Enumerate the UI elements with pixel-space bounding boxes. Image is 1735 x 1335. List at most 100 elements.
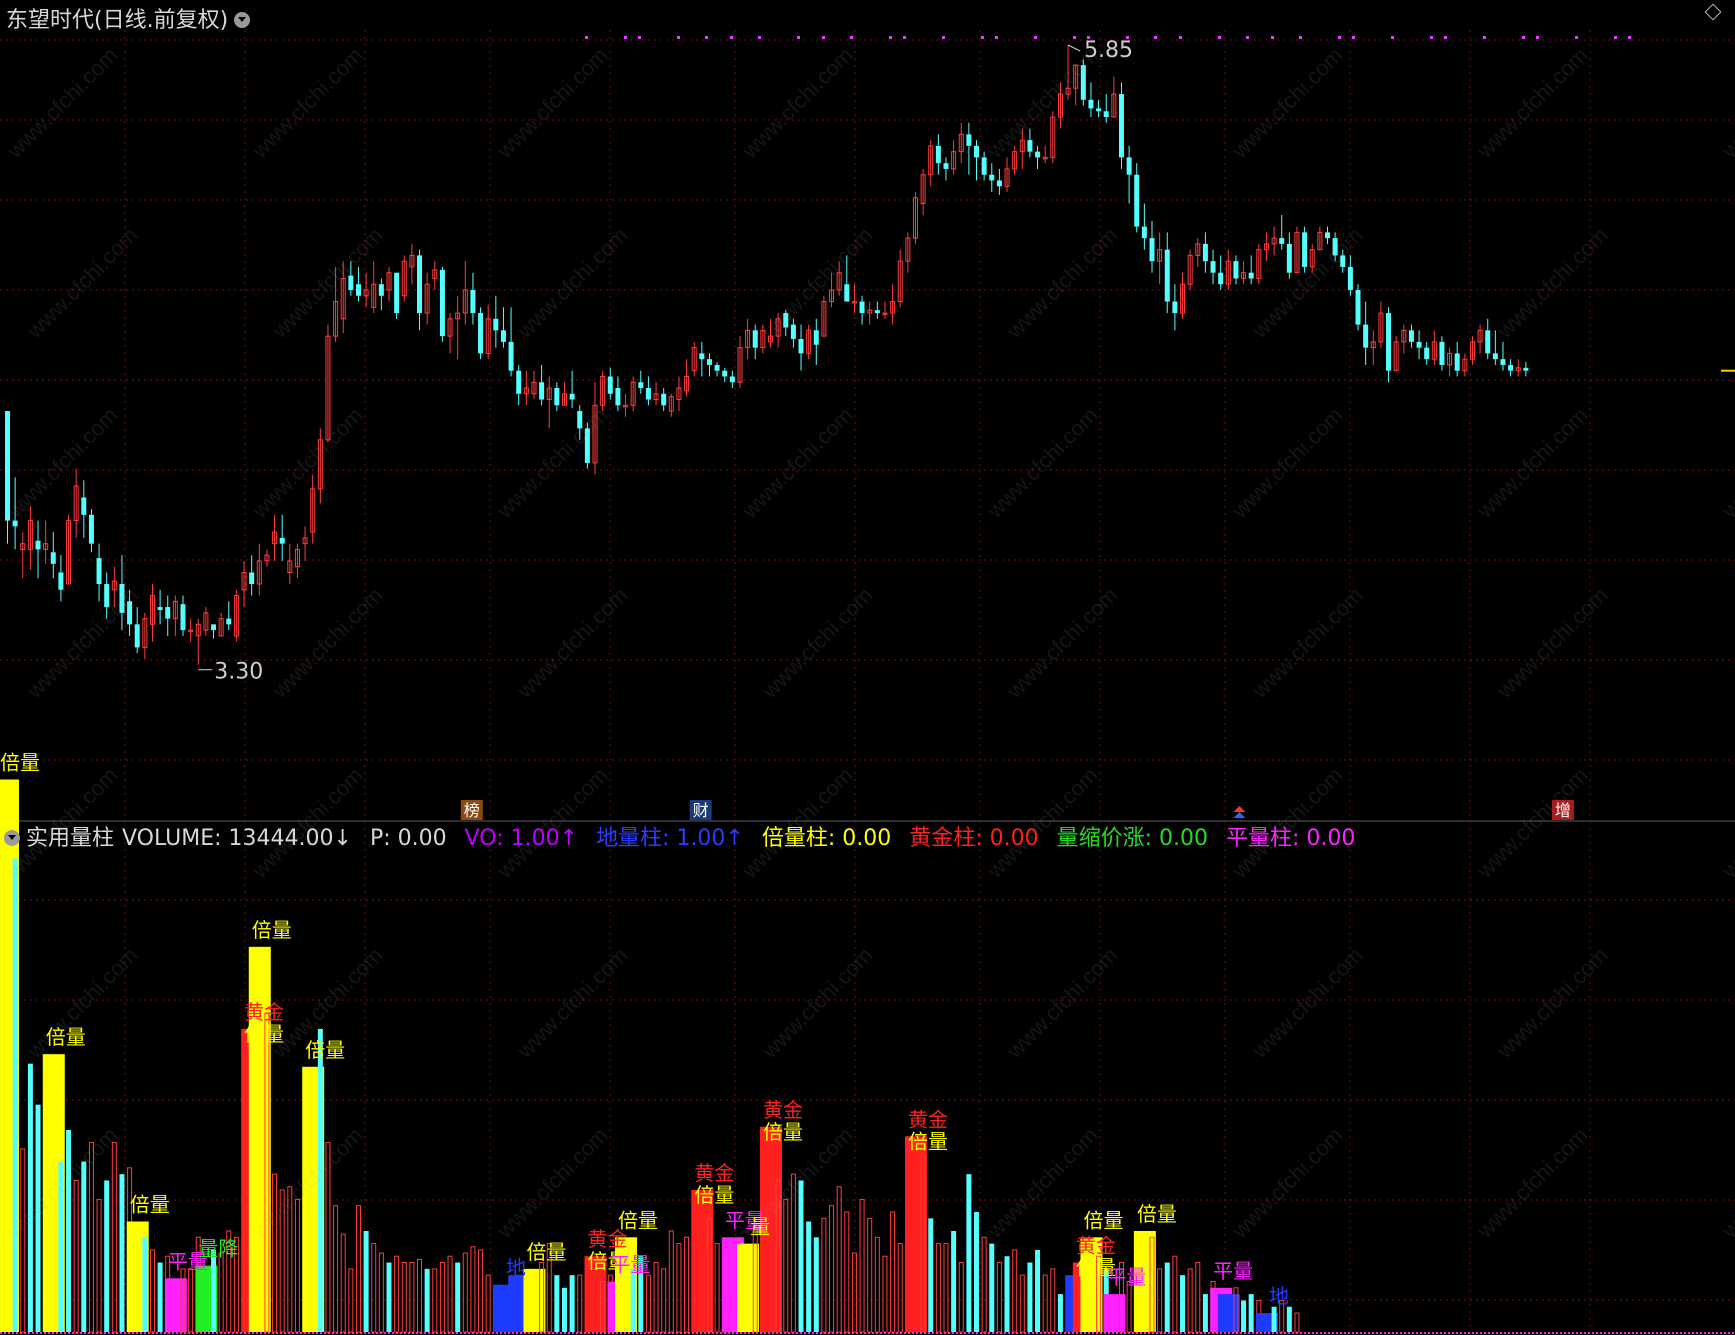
volume-bar [1019,1274,1025,1333]
signal-dot [942,36,945,39]
candle-body [279,537,285,544]
candle-body [1523,367,1529,371]
last-price-tick [1721,369,1735,372]
signal-dot [850,36,853,39]
candle-body [1500,359,1506,365]
candle-body [1279,238,1285,244]
candle-body [96,558,102,584]
indicator-collapse-icon[interactable] [4,830,20,846]
candle-body [1149,238,1155,262]
signal-dot [1352,36,1355,39]
volume-bar [867,1217,873,1333]
volume-bar [386,1262,392,1332]
candle-body [1202,243,1208,262]
candle-body [615,388,621,406]
candle-body [706,359,712,365]
volume-bar [73,1179,79,1333]
volume-tag-beiliang: 倍量 [305,1038,345,1062]
volume-bar [378,1252,384,1333]
volume-bar [829,1205,835,1333]
signal-dot [797,36,800,39]
volume-bar [676,1243,682,1333]
candle-body [1332,238,1338,256]
volume-bar [684,1236,690,1333]
signal-dot [1522,36,1525,39]
candle-body [394,272,400,314]
candlestick-series [5,45,1529,665]
candle-body [539,382,545,400]
signal-dot [1246,36,1249,39]
candle-body [714,364,720,371]
candle-body [439,269,445,337]
candle-body [1302,232,1308,267]
stock-title: 东望时代(日线.前复权) [6,8,229,33]
indicator-name[interactable]: 实用量柱 [26,826,114,851]
volume-tag-pingliang: 平量 [1106,1265,1146,1289]
up-arrow-icon [1233,812,1246,818]
candle-body [516,370,522,394]
volume-bar [691,1189,714,1332]
volume-bar [668,1230,674,1333]
candle-body [722,370,728,377]
candle-body [1134,174,1140,227]
volume-bar [798,1180,804,1332]
volume-bar [1294,1312,1300,1333]
volume-tag-pingliang: 平量 [1213,1259,1253,1283]
volume-bar [157,1262,163,1332]
candle-body [470,290,476,314]
candle-body [1218,272,1224,285]
candle-body [661,393,667,406]
volume-tag-huangjin: 黄金 [908,1107,948,1131]
volume-tag-huangjin: 黄金 [694,1161,734,1185]
volume-bar [1180,1275,1186,1332]
volume-tag-beiliang: 倍量 [618,1208,658,1232]
candle-body [417,255,423,314]
volume-bar [569,1275,575,1332]
volume-bar [119,1174,125,1332]
candle-body [157,607,163,610]
candle-body [1355,290,1361,325]
volume-bar [81,1161,87,1332]
volume-bar [821,1217,827,1333]
candle-body [783,313,789,328]
volume-bar [401,1262,407,1333]
candle-body [81,497,87,515]
volume-bar [35,1104,41,1332]
signal-dot [1430,36,1433,39]
candle-body [943,163,949,169]
signal-dot [1034,36,1037,39]
signal-dot [981,36,984,39]
volume-bar [1042,1274,1048,1333]
volume-bar [287,1186,293,1333]
collapse-icon[interactable] [234,12,251,28]
volume-tag-pingliang: 平量 [610,1252,650,1276]
signal-dot [1338,36,1341,39]
volume-bar [783,1198,789,1333]
volume-bar [661,1268,667,1333]
signal-dot [1391,36,1394,39]
volume-bar [577,1274,583,1333]
candle-body [981,157,987,175]
candle-body [1454,353,1460,371]
stock-chart: 5.853.30榜财增 倍量倍量倍量平量量降黄金倍量倍量倍量地倍量黄金倍量平量倍… [0,30,1735,1334]
volume-tag-huangjin: 黄金 [1076,1234,1116,1258]
low-price-label: 3.30 [214,660,263,685]
volume-bar [12,858,18,1332]
candle-body [1439,341,1445,365]
signal-dot [1483,36,1486,39]
candle-body [752,330,758,348]
volume-bar [1164,1262,1170,1332]
volume-bar [111,1142,117,1333]
candle-body [1103,111,1109,118]
candle-body [638,382,644,388]
volume-bar [325,1142,331,1333]
volume-bar [523,1268,546,1332]
volume-bar [417,1258,423,1333]
candle-body [1035,151,1041,158]
volume-bar [813,1237,819,1332]
candle-body [348,275,354,290]
candle-body [1172,301,1178,314]
volume-bar [333,1205,339,1333]
volume-bar [630,1268,636,1332]
volume-bar [554,1275,560,1332]
